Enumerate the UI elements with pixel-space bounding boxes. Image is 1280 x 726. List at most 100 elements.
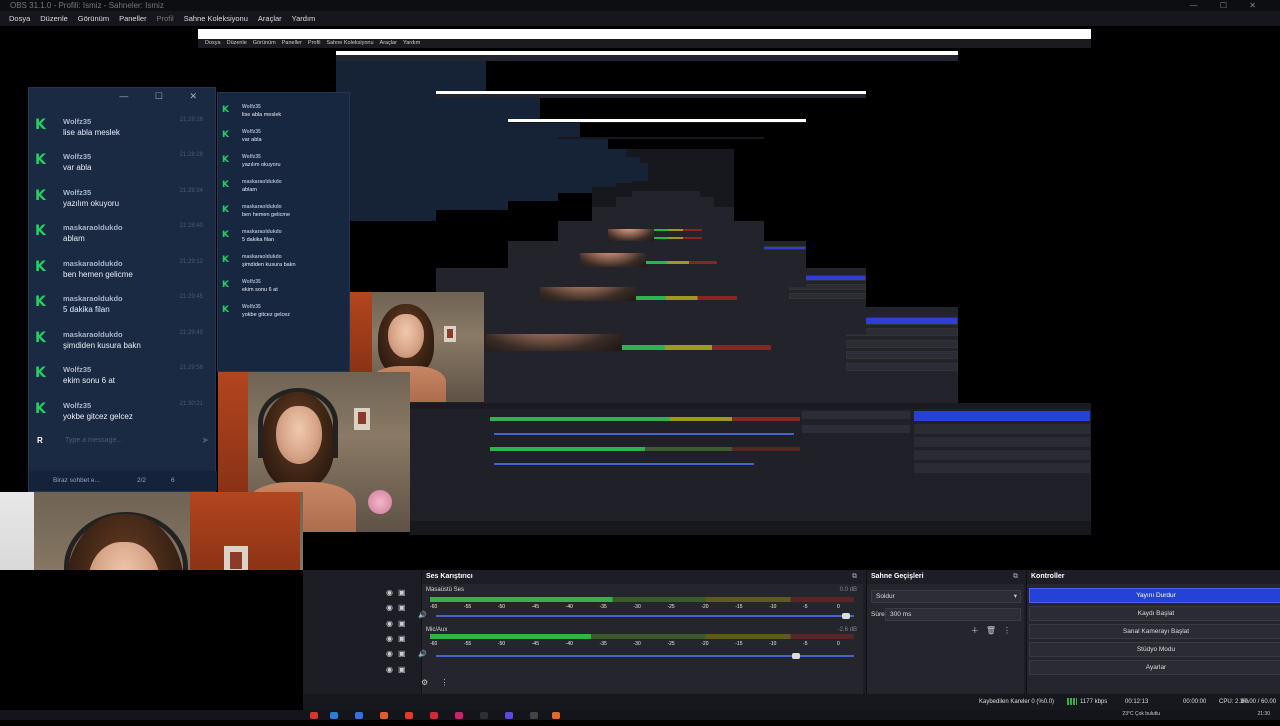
kick-icon: K [35,365,46,381]
controls-title: Kontroller [1027,570,1280,584]
chat-input[interactable]: R Type a message... ➤ [35,432,211,452]
add-icon[interactable]: ＋ [971,626,986,635]
scale-tick: 0 [837,641,840,647]
nested-title-bar [198,29,1091,39]
scale-tick: -35 [599,604,607,610]
scale-tick: -25 [667,604,675,610]
scale-tick: -50 [497,641,506,647]
scale-tick: -55 [463,604,472,610]
chat-avatar-r: R [37,436,43,445]
meter-scale: -60 -55 -50 -45 -40 -35 -30 -25 -20 -15 -10 -5 0 [430,604,854,610]
menu-yardim[interactable]: Yardım [287,11,321,26]
track-name: Masaüstü Ses [426,587,465,593]
clock: 21:30 [1257,711,1270,717]
menu-paneller[interactable]: Paneller [114,11,152,26]
scale-tick: -15 [735,641,743,647]
studio-mode-button[interactable]: Stüdyo Modu [1029,642,1280,657]
menu-dosya[interactable]: Dosya [4,11,35,26]
meter-scale: -60 -55 -50 -45 -40 -35 -30 -25 -20 -15 -10 -5 0 [430,641,854,647]
menu-araclar[interactable]: Araçlar [253,11,287,26]
taskbar-app-icon[interactable] [355,712,363,719]
lock-icon[interactable]: ▣ [398,619,406,628]
taskbar-app-icon[interactable] [310,712,318,719]
scene-transitions-dock: Sahne Geçişleri⧉ Soldur Süre 300 ms ＋🗑⋮ [866,570,1024,694]
menu-gorunum[interactable]: Görünüm [73,11,114,26]
start-recording-button[interactable]: Kaydı Başlat [1029,606,1280,621]
preview-canvas[interactable]: Dosya Düzenle Görünüm Paneller Profil Sahne K… [0,26,1280,570]
lock-icon[interactable]: ▣ [398,634,406,643]
kick-icon: K [35,223,46,239]
meter-level [430,597,854,602]
dropped-frames: Kaybedilen Kareler 0 (%0.0) [979,699,1055,705]
send-icon[interactable]: ➤ [201,435,209,446]
eye-icon[interactable]: ◉ [386,619,393,628]
chat-window-controls[interactable]: — ☐ ✕ [119,91,209,102]
dock-menu-icon[interactable]: ⧉ [1013,570,1018,584]
volume-slider[interactable] [436,613,854,619]
stop-stream-button[interactable]: Yayını Durdur [1029,588,1280,603]
nested-menu-bar: Dosya Düzenle Görünüm Paneller Profil Sahne K… [198,39,1091,48]
chat-message: K maskaraoldukdo 21:28:40 ablam [35,223,203,243]
lock-icon[interactable]: ▣ [398,665,406,674]
kick-icon: K [35,330,46,346]
gear-icon[interactable]: ⚙ [421,678,428,687]
volume-knob[interactable] [791,653,800,659]
taskbar-app-icon[interactable] [380,712,388,719]
chat-message: K Wolfz35 21:30:21 yokbe gitcez gelcez [35,401,203,421]
scale-tick: 0 [837,604,840,610]
eye-icon[interactable]: ◉ [386,588,393,597]
more-icon[interactable]: ⋮ [440,678,448,687]
volume-slider[interactable] [436,653,854,659]
chat-panel: — ☐ ✕ K Wolfz35 21:28:16 lise abla mesle… [28,87,217,492]
window-title: OBS 31.1.0 - Profili: Ismiz - Sahneler: … [10,1,164,10]
lock-icon[interactable]: ▣ [398,588,406,597]
eye-icon[interactable]: ◉ [386,603,393,612]
taskbar-app-icon[interactable] [330,712,338,719]
webcam-source [0,492,303,570]
volume-knob[interactable] [841,613,850,619]
taskbar-app-icon[interactable] [505,712,513,719]
taskbar-app-icon[interactable] [455,712,463,719]
kick-icon: K [35,401,46,417]
taskbar-app-icon[interactable] [552,712,560,719]
eye-icon[interactable]: ◉ [386,649,393,658]
scale-tick: -30 [633,641,641,647]
obs-taskbar-icon[interactable] [530,712,538,719]
lock-icon[interactable]: ▣ [398,603,406,612]
taskbar-app-icon[interactable] [430,712,438,719]
menu-sahne-koleksiyonu[interactable]: Sahne Koleksiyonu [179,11,253,26]
kick-icon: K [35,117,46,133]
taskbar-app-icon[interactable] [480,712,488,719]
more-icon[interactable]: ⋮ [1003,626,1018,635]
nested-preview-level-9 [632,163,700,201]
eye-icon[interactable]: ◉ [386,634,393,643]
transitions-title: Sahne Geçişleri ⧉ [867,570,1024,584]
transition-select[interactable]: Soldur [871,590,1021,603]
scale-tick: -20 [701,604,709,610]
scale-tick: -60 [430,641,438,647]
menu-profil[interactable]: Profil [152,11,179,26]
signal-icon [1067,697,1077,705]
kick-icon: K [35,259,46,275]
window-controls[interactable]: — ☐ ✕ [1190,0,1266,11]
scale-tick: -15 [735,604,743,610]
nested-chat-panel: K Wolfz35 lise abla meslek K Wolfz35 var abl… [217,92,350,372]
lock-icon[interactable]: ▣ [398,649,406,658]
chat-input-placeholder: Type a message... [65,437,123,444]
scale-tick: -30 [633,604,641,610]
dock-menu-icon[interactable]: ⧉ [852,570,857,584]
speaker-icon[interactable]: 🔊 [418,650,427,658]
duration-input[interactable]: 300 ms [885,608,1021,621]
stream-title: Biraz sohbet e... [53,477,100,484]
start-virtual-camera-button[interactable]: Sanal Kamerayı Başlat [1029,624,1280,639]
footer-count: 2/2 [137,477,147,484]
trash-icon[interactable]: 🗑 [986,626,1003,635]
taskbar-app-icon[interactable] [405,712,413,719]
menu-duzenle[interactable]: Düzenle [35,11,73,26]
speaker-icon[interactable]: 🔊 [418,611,427,619]
audio-meter [430,634,854,639]
scale-tick: -10 [769,604,777,610]
scale-tick: -60 [430,604,438,610]
eye-icon[interactable]: ◉ [386,665,393,674]
settings-button[interactable]: Ayarlar [1029,660,1280,675]
